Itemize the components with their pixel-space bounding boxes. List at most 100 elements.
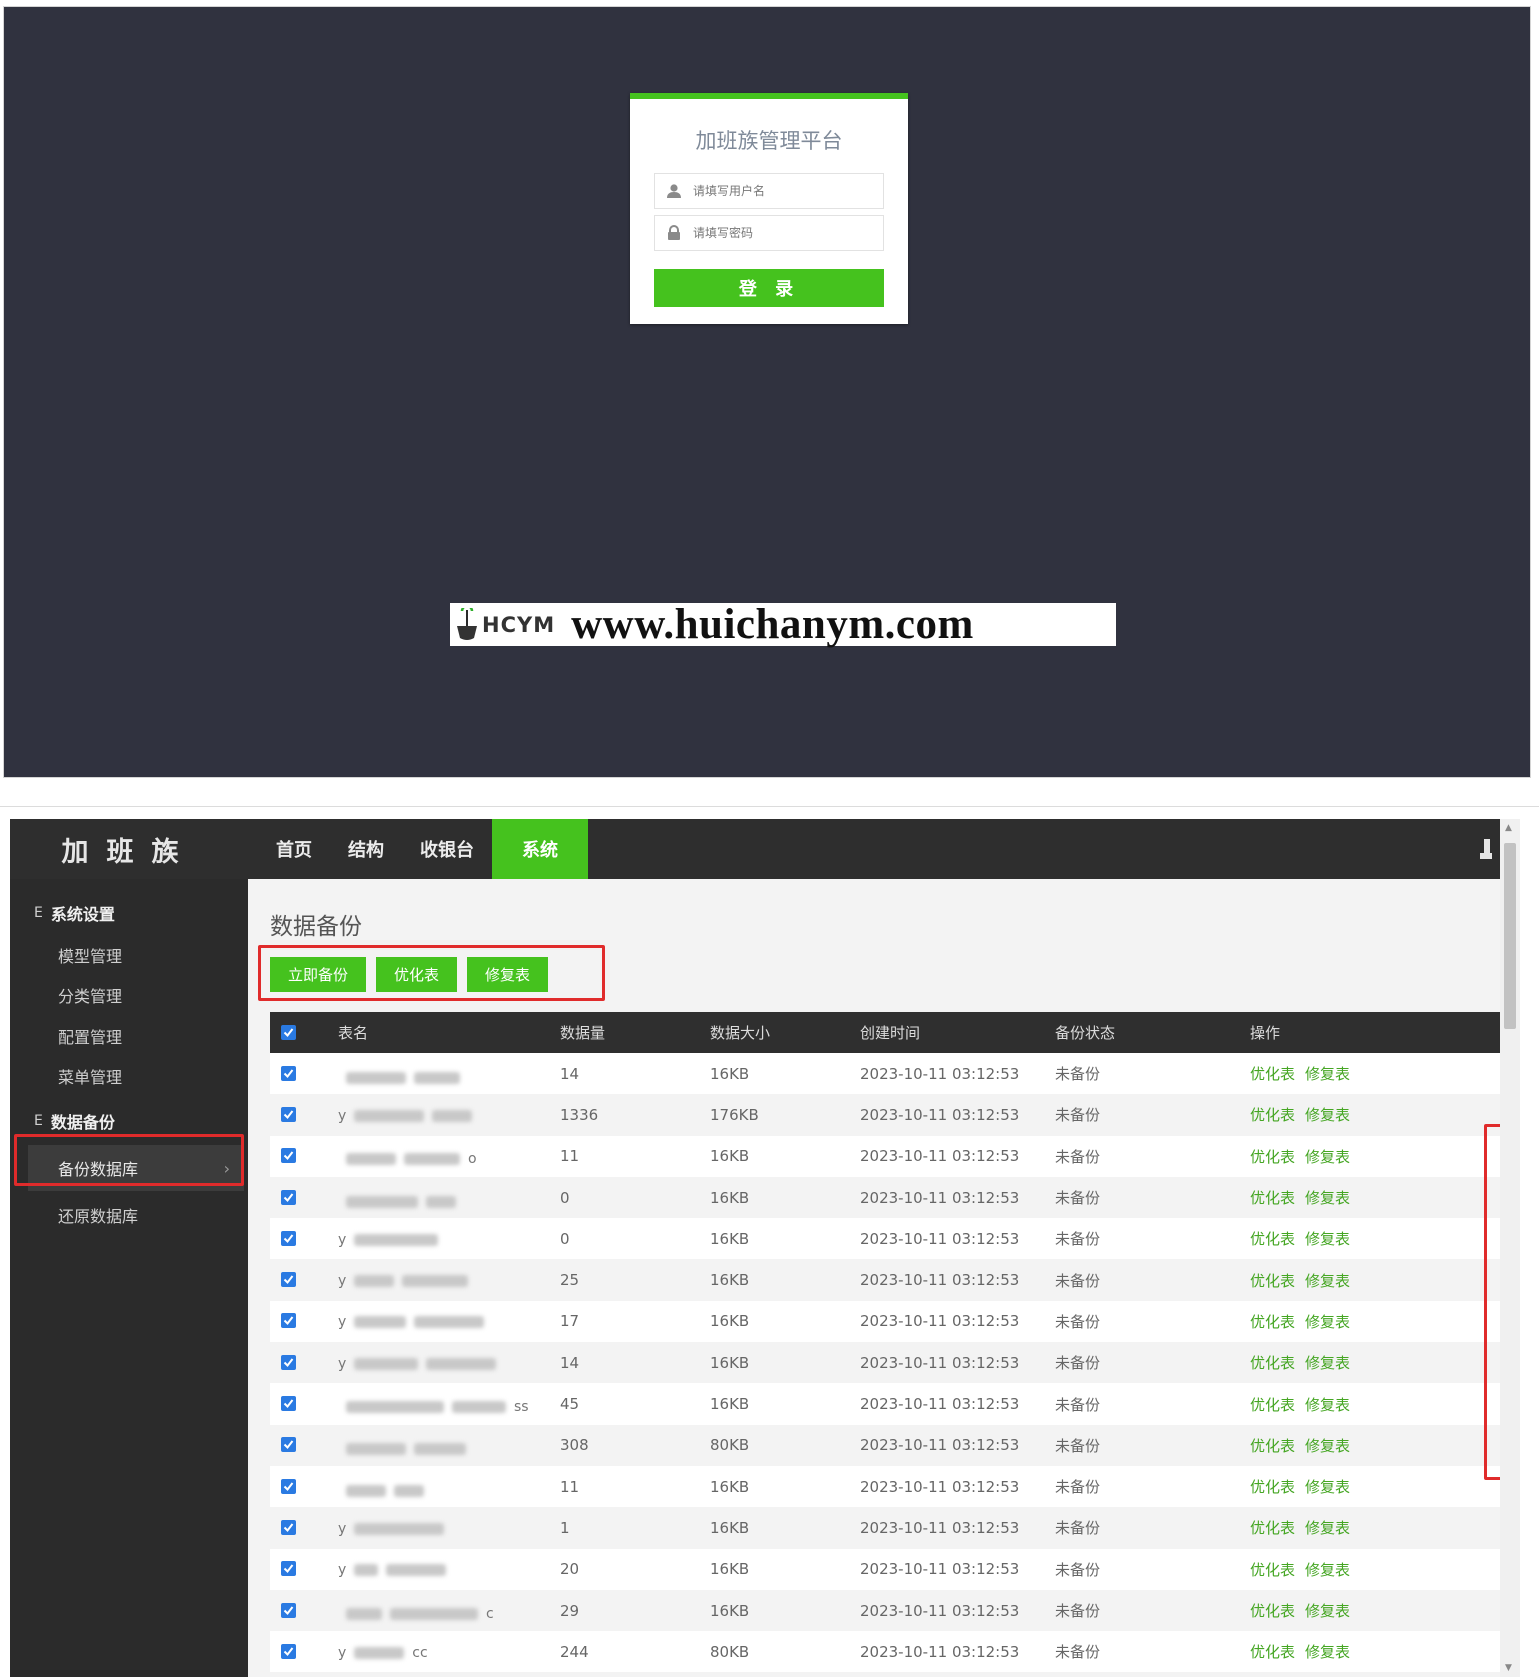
row-count: 244 bbox=[560, 1642, 589, 1661]
password-field[interactable] bbox=[654, 215, 884, 251]
user-icon bbox=[655, 183, 693, 199]
table-name: ss bbox=[338, 1399, 529, 1415]
repair-table-link[interactable]: 修复表 bbox=[1305, 1437, 1350, 1455]
optimize-table-link[interactable]: 优化表 bbox=[1250, 1437, 1295, 1455]
table-name: o bbox=[338, 1151, 477, 1167]
scroll-up-icon[interactable]: ▲ bbox=[1505, 823, 1512, 833]
redacted-text bbox=[346, 1607, 382, 1620]
sidebar-item-config-management[interactable]: 配置管理 bbox=[58, 1024, 122, 1048]
created-time: 2023-10-11 03:12:53 bbox=[860, 1395, 1020, 1414]
repair-table-link[interactable]: 修复表 bbox=[1305, 1602, 1350, 1620]
optimize-table-link[interactable]: 优化表 bbox=[1250, 1313, 1295, 1331]
password-input[interactable] bbox=[693, 226, 873, 240]
created-time: 2023-10-11 03:12:53 bbox=[860, 1518, 1020, 1537]
created-time: 2023-10-11 03:12:53 bbox=[860, 1560, 1020, 1579]
redacted-text bbox=[390, 1607, 478, 1620]
nav-structure[interactable]: 结构 bbox=[330, 819, 402, 879]
row-checkbox[interactable] bbox=[281, 1643, 296, 1659]
username-input[interactable] bbox=[693, 184, 873, 198]
nav-home[interactable]: 首页 bbox=[258, 819, 330, 879]
table-row: y 25 16KB 2023-10-11 03:12:53 未备份 优化表 修复表 bbox=[270, 1259, 1505, 1301]
data-size: 16KB bbox=[710, 1147, 750, 1166]
repair-table-link[interactable]: 修复表 bbox=[1305, 1561, 1350, 1579]
repair-table-link[interactable]: 修复表 bbox=[1305, 1478, 1350, 1496]
backup-status: 未备份 bbox=[1055, 1147, 1101, 1166]
login-button[interactable]: 登 录 bbox=[654, 269, 884, 307]
repair-table-link[interactable]: 修复表 bbox=[1305, 1272, 1350, 1290]
nav-cashier[interactable]: 收银台 bbox=[402, 819, 492, 879]
repair-table-link[interactable]: 修复表 bbox=[1305, 1519, 1350, 1537]
row-checkbox[interactable] bbox=[281, 1272, 296, 1288]
row-checkbox[interactable] bbox=[281, 1437, 296, 1453]
table-name-suffix: cc bbox=[412, 1644, 428, 1661]
sidebar-item-menu-management[interactable]: 菜单管理 bbox=[58, 1064, 122, 1088]
sidebar-item-category-management[interactable]: 分类管理 bbox=[58, 983, 122, 1007]
scroll-down-icon[interactable]: ▼ bbox=[1505, 1663, 1512, 1673]
sidebar-item-restore-database[interactable]: 还原数据库 bbox=[58, 1203, 138, 1227]
created-time: 2023-10-11 03:12:53 bbox=[860, 1353, 1020, 1372]
sidebar-group-data-backup[interactable]: E 数据备份 bbox=[34, 1109, 115, 1133]
user-icon[interactable] bbox=[1478, 837, 1494, 865]
row-checkbox[interactable] bbox=[281, 1106, 296, 1122]
optimize-table-link[interactable]: 优化表 bbox=[1250, 1354, 1295, 1372]
redacted-text bbox=[354, 1275, 395, 1288]
sidebar-group-mark: E bbox=[34, 905, 43, 921]
row-checkbox[interactable] bbox=[281, 1519, 296, 1535]
row-checkbox[interactable] bbox=[281, 1230, 296, 1246]
watermark-logo: HCYM bbox=[452, 607, 555, 642]
repair-table-link[interactable]: 修复表 bbox=[1305, 1230, 1350, 1248]
repair-table-link[interactable]: 修复表 bbox=[1305, 1065, 1350, 1083]
main-content: 数据备份 立即备份 优化表 修复表 表名 数据量 数据大小 创建时间 备份状态 … bbox=[248, 879, 1520, 1677]
optimize-table-link[interactable]: 优化表 bbox=[1250, 1561, 1295, 1579]
optimize-table-link[interactable]: 优化表 bbox=[1250, 1189, 1295, 1207]
repair-table-link[interactable]: 修复表 bbox=[1305, 1354, 1350, 1372]
row-checkbox[interactable] bbox=[281, 1354, 296, 1370]
repair-table-link[interactable]: 修复表 bbox=[1305, 1396, 1350, 1414]
redacted-text bbox=[414, 1443, 466, 1456]
row-checkbox[interactable] bbox=[281, 1396, 296, 1412]
sidebar-item-model-management[interactable]: 模型管理 bbox=[58, 943, 122, 967]
redacted-text bbox=[394, 1484, 424, 1497]
optimize-table-link[interactable]: 优化表 bbox=[1250, 1065, 1295, 1083]
row-count: 1336 bbox=[560, 1105, 599, 1124]
nav-system[interactable]: 系统 bbox=[492, 819, 588, 879]
created-time: 2023-10-11 03:12:53 bbox=[860, 1436, 1020, 1455]
repair-table-link[interactable]: 修复表 bbox=[1305, 1106, 1350, 1124]
optimize-table-link[interactable]: 优化表 bbox=[1250, 1396, 1295, 1414]
optimize-table-link[interactable]: 优化表 bbox=[1250, 1148, 1295, 1166]
data-size: 16KB bbox=[710, 1353, 750, 1372]
row-checkbox[interactable] bbox=[281, 1148, 296, 1164]
created-time: 2023-10-11 03:12:53 bbox=[860, 1229, 1020, 1248]
table-row: y cc 244 80KB 2023-10-11 03:12:53 未备份 优化表 修复表 bbox=[270, 1631, 1505, 1673]
optimize-table-link[interactable]: 优化表 bbox=[1250, 1106, 1295, 1124]
scrollbar-thumb[interactable] bbox=[1504, 843, 1516, 1029]
column-header-actions: 操作 bbox=[1250, 1024, 1281, 1042]
repair-table-link[interactable]: 修复表 bbox=[1305, 1189, 1350, 1207]
row-count: 20 bbox=[560, 1560, 580, 1579]
repair-table-link[interactable]: 修复表 bbox=[1305, 1148, 1350, 1166]
row-checkbox[interactable] bbox=[281, 1189, 296, 1205]
optimize-table-link[interactable]: 优化表 bbox=[1250, 1478, 1295, 1496]
repair-table-link[interactable]: 修复表 bbox=[1305, 1643, 1350, 1661]
username-field[interactable] bbox=[654, 173, 884, 209]
repair-table-link[interactable]: 修复表 bbox=[1305, 1313, 1350, 1331]
optimize-table-link[interactable]: 优化表 bbox=[1250, 1272, 1295, 1290]
watermark-banner: HCYM www.huichanym.com bbox=[450, 601, 1116, 648]
table-row: y 17 16KB 2023-10-11 03:12:53 未备份 优化表 修复表 bbox=[270, 1300, 1505, 1343]
row-checkbox[interactable] bbox=[281, 1478, 296, 1494]
table-name: y bbox=[338, 1521, 452, 1537]
vertical-scrollbar[interactable]: ▲ ▼ bbox=[1500, 819, 1520, 1677]
sidebar-group-system-settings[interactable]: E 系统设置 bbox=[34, 901, 115, 925]
row-checkbox[interactable] bbox=[281, 1602, 296, 1618]
optimize-table-link[interactable]: 优化表 bbox=[1250, 1230, 1295, 1248]
row-checkbox[interactable] bbox=[281, 1065, 296, 1081]
select-all-checkbox[interactable] bbox=[281, 1024, 296, 1040]
row-count: 0 bbox=[560, 1229, 570, 1248]
row-checkbox[interactable] bbox=[281, 1313, 296, 1329]
watermark-url: www.huichanym.com bbox=[571, 601, 974, 648]
optimize-table-link[interactable]: 优化表 bbox=[1250, 1643, 1295, 1661]
row-checkbox[interactable] bbox=[281, 1561, 296, 1577]
optimize-table-link[interactable]: 优化表 bbox=[1250, 1602, 1295, 1620]
optimize-table-link[interactable]: 优化表 bbox=[1250, 1519, 1295, 1537]
redacted-text bbox=[346, 1195, 418, 1208]
